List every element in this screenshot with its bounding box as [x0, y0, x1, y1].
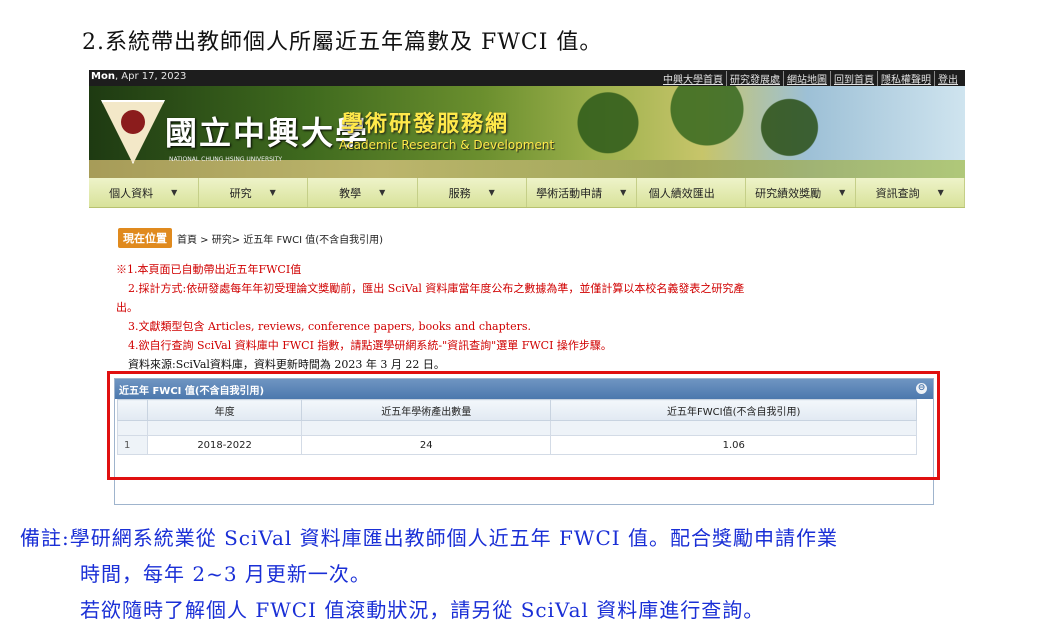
- chevron-down-icon: ▼: [488, 188, 495, 197]
- document-heading: 2.系統帶出教師個人所屬近五年篇數及 FWCI 值。: [82, 30, 603, 55]
- link-back-home[interactable]: 回到首頁: [830, 71, 877, 86]
- top-links: 中興大學首頁 研究發展處 網站地圖 回到首頁 隱私權聲明 登出: [660, 71, 961, 86]
- chevron-down-icon: ▼: [620, 188, 627, 197]
- university-name-en: NATIONAL CHUNG HSING UNIVERSITY: [169, 156, 283, 163]
- remark-line-1: 備註:學研網系統業從 SciVal 資料庫匯出教師個人近五年 FWCI 值。配合…: [20, 526, 839, 550]
- chevron-down-icon: ▼: [269, 188, 276, 197]
- notes: ※1.本頁面已自動帶出近五年FWCI值 2.採計方式:依研發處每年年初受理論文獎…: [116, 260, 916, 374]
- top-bar: Mon, Apr 17, 2023 中興大學首頁 研究發展處 網站地圖 回到首頁…: [89, 70, 965, 86]
- breadcrumb: 現在位置 首頁 > 研究> 近五年 FWCI 值(不含自我引用): [118, 228, 383, 248]
- breadcrumb-path[interactable]: 首頁 > 研究> 近五年 FWCI 值(不含自我引用): [177, 231, 383, 246]
- chevron-down-icon: ▼: [937, 188, 944, 197]
- current-date: Mon, Apr 17, 2023: [91, 71, 187, 82]
- menu-academic-activity[interactable]: 學術活動申請 ▼: [527, 178, 637, 207]
- link-nchu-home[interactable]: 中興大學首頁: [660, 71, 726, 86]
- menu-research[interactable]: 研究 ▼: [199, 178, 308, 207]
- note-1: ※1.本頁面已自動帶出近五年FWCI值: [116, 263, 302, 276]
- remark-line-3: 若欲隨時了解個人 FWCI 值滾動狀況，請另從 SciVal 資料庫進行查詢。: [80, 598, 765, 622]
- chevron-down-icon: ▼: [839, 188, 846, 197]
- note-2: 2.採計方式:依研發處每年年初受理論文獎勵前，匯出 SciVal 資料庫當年度公…: [128, 282, 745, 295]
- menu-performance-export[interactable]: 個人績效匯出: [637, 178, 746, 207]
- link-logout[interactable]: 登出: [934, 71, 961, 86]
- site-title-en: Academic Research & Development: [339, 138, 555, 152]
- chevron-down-icon: ▼: [379, 188, 386, 197]
- remark: 備註:學研網系統業從 SciVal 資料庫匯出教師個人近五年 FWCI 值。配合…: [20, 520, 838, 628]
- chevron-down-icon: ▼: [171, 188, 178, 197]
- site-title: 學術研發服務網: [341, 112, 510, 137]
- location-badge: 現在位置: [118, 228, 172, 248]
- link-research-office[interactable]: 研究發展處: [726, 71, 783, 86]
- note-3: 3.文獻類型包含 Articles, reviews, conference p…: [128, 320, 531, 333]
- menu-info-query[interactable]: 資訊查詢 ▼: [856, 178, 965, 207]
- main-menu: 個人資料 ▼ 研究 ▼ 教學 ▼ 服務 ▼ 學術活動申請 ▼ 個人績效匯出 研究績效獎勵 ▼…: [89, 178, 965, 208]
- menu-teaching[interactable]: 教學 ▼: [308, 178, 418, 207]
- site-banner: 國立中興大學 NATIONAL CHUNG HSING UNIVERSITY 學…: [89, 86, 965, 178]
- menu-service[interactable]: 服務 ▼: [418, 178, 527, 207]
- note-2-cont: 出。: [116, 301, 138, 314]
- remark-line-2: 時間，每年 2~3 月更新一次。: [80, 562, 371, 586]
- university-emblem-icon[interactable]: [101, 100, 165, 164]
- link-sitemap[interactable]: 網站地圖: [783, 71, 830, 86]
- menu-personal-info[interactable]: 個人資料 ▼: [89, 178, 199, 207]
- link-privacy[interactable]: 隱私權聲明: [877, 71, 934, 86]
- note-4: 4.欲自行查詢 SciVal 資料庫中 FWCI 指數，請點選學研網系統-"資訊…: [128, 339, 612, 352]
- highlight-box: [107, 371, 940, 480]
- menu-research-award[interactable]: 研究績效獎勵 ▼: [746, 178, 856, 207]
